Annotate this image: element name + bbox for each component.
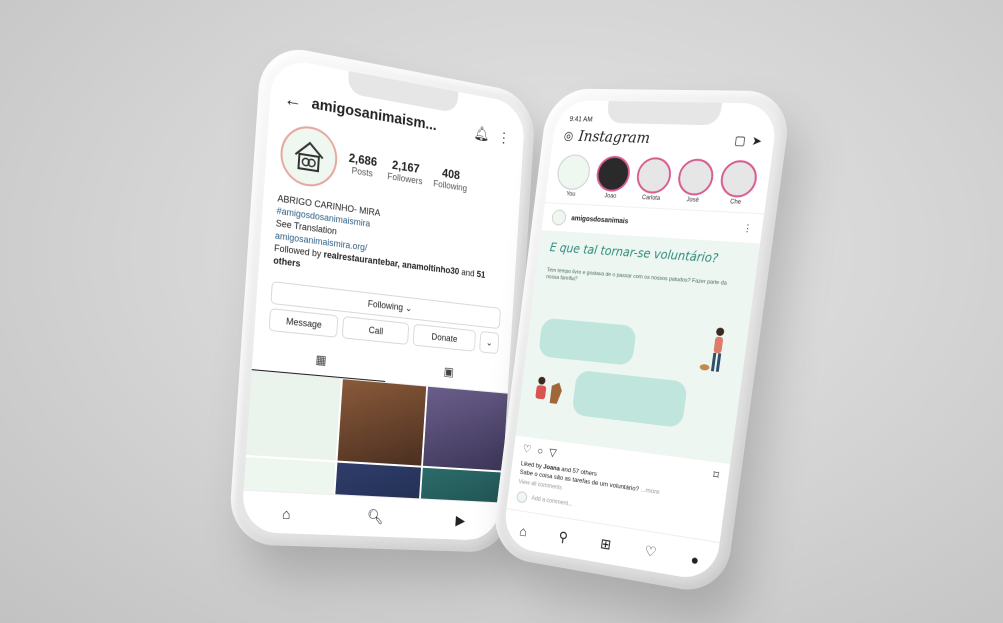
- like-icon[interactable]: ♡: [522, 442, 532, 456]
- story-avatar: [594, 155, 632, 193]
- home-icon[interactable]: ⌂: [519, 522, 528, 538]
- dog-walker-illustration: [699, 327, 725, 372]
- message-button[interactable]: Message: [268, 307, 339, 338]
- profile-icon[interactable]: ●: [690, 551, 700, 568]
- bell-icon[interactable]: 🔔︎: [473, 124, 489, 143]
- profile-screen: ← amigosanimaism... 🔔︎ ⋮ 2,686 Posts 2,1…: [240, 56, 526, 542]
- story-item[interactable]: Che: [717, 159, 760, 207]
- share-icon[interactable]: ▽: [548, 446, 557, 460]
- feed-screen: 9:41 AM ◎ Instagram ▢ ➤ You Joao Carlota…: [501, 100, 780, 583]
- search-icon[interactable]: 🔍︎: [367, 508, 385, 526]
- info-bubble: [537, 317, 638, 366]
- tagged-icon: ▣: [443, 364, 455, 380]
- story-item[interactable]: Joao: [594, 155, 632, 200]
- info-bubble: [571, 369, 688, 429]
- post-author-username[interactable]: amigosdosanimais: [571, 215, 738, 231]
- direct-message-icon[interactable]: ➤: [751, 134, 763, 149]
- story-avatar: [555, 154, 592, 191]
- more-options-icon[interactable]: ⋮: [497, 129, 510, 147]
- post-image[interactable]: E que tal tornar-se voluntário? Tem temp…: [515, 230, 761, 465]
- story-avatar: [634, 156, 674, 195]
- person-with-dog-illustration: [535, 376, 563, 405]
- suggested-toggle-button[interactable]: ⌄: [479, 330, 500, 355]
- stat-followers[interactable]: 2,167 Followers: [387, 157, 424, 187]
- stat-posts[interactable]: 2,686 Posts: [348, 151, 377, 180]
- add-comment-input[interactable]: Add a comment...: [531, 496, 573, 508]
- instagram-logo: Instagram: [577, 127, 652, 147]
- stat-following[interactable]: 408 Following: [433, 165, 468, 193]
- story-item[interactable]: José: [675, 158, 716, 204]
- grid-post-dog-brown[interactable]: [337, 379, 427, 466]
- activity-icon[interactable]: ♡: [644, 542, 658, 561]
- igtv-icon[interactable]: ▢: [734, 133, 747, 148]
- phone-notch: [605, 101, 723, 126]
- camera-icon[interactable]: ◎: [563, 129, 574, 143]
- post-more-icon[interactable]: ⋮: [742, 222, 752, 234]
- story-item[interactable]: Carlota: [634, 156, 674, 203]
- call-button[interactable]: Call: [342, 316, 410, 345]
- grid-post-volunteer[interactable]: [245, 371, 341, 461]
- grid-icon: ▦: [315, 352, 327, 368]
- post-image-subtitle: Tem tempo livre e gostava de o passar co…: [545, 267, 728, 287]
- back-arrow-icon[interactable]: ←: [283, 88, 303, 113]
- donate-button[interactable]: Donate: [412, 323, 477, 352]
- home-icon[interactable]: ⌂: [282, 505, 291, 522]
- profile-avatar[interactable]: [278, 121, 340, 191]
- bookmark-icon[interactable]: ⌑: [712, 468, 719, 482]
- phone-right: 9:41 AM ◎ Instagram ▢ ➤ You Joao Carlota…: [490, 88, 794, 597]
- new-post-icon[interactable]: ⊞: [599, 535, 612, 553]
- grid-post-dog-purple[interactable]: [423, 386, 508, 471]
- reels-icon[interactable]: ▶: [455, 512, 465, 529]
- phone-left: ← amigosanimaism... 🔔︎ ⋮ 2,686 Posts 2,1…: [227, 41, 537, 553]
- post-author-avatar[interactable]: [550, 209, 567, 226]
- post-image-title: E que tal tornar-se voluntário?: [549, 240, 720, 266]
- comment-icon[interactable]: ○: [537, 445, 544, 457]
- story-avatar: [676, 158, 716, 197]
- search-icon[interactable]: ⚲: [558, 528, 569, 546]
- own-avatar: [516, 490, 528, 504]
- shelter-logo-icon: [290, 135, 328, 177]
- mockup-scene: ← amigosanimaism... 🔔︎ ⋮ 2,686 Posts 2,1…: [0, 0, 1003, 623]
- story-avatar: [718, 159, 760, 199]
- story-own[interactable]: You: [555, 154, 592, 198]
